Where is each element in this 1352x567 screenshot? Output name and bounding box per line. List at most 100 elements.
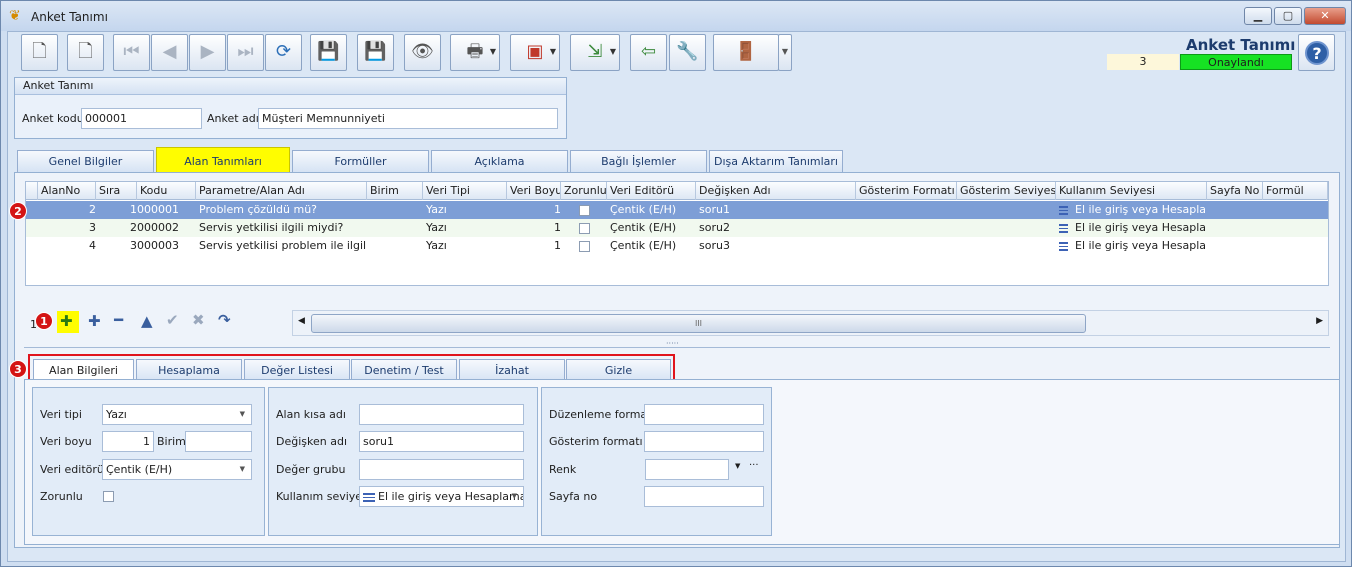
table-row[interactable]: 2 1 000001 Problem çözüldü mü? Yazı 1 Çe… bbox=[26, 201, 1328, 219]
tab-formuller[interactable]: Formüller bbox=[292, 150, 429, 172]
last-record-icon[interactable]: ⏭ bbox=[227, 34, 264, 71]
col-kullanim-seviyesi[interactable]: Kullanım Seviyesi bbox=[1056, 182, 1207, 200]
cell-degisken: soru1 bbox=[699, 203, 730, 216]
veri-editoru-select[interactable]: Çentik (E/H) ▼ bbox=[102, 459, 252, 480]
tab-bagli-islemler[interactable]: Bağlı İşlemler bbox=[570, 150, 707, 172]
cell-zorunlu[interactable] bbox=[576, 219, 596, 237]
maximize-button[interactable]: ▢ bbox=[1274, 7, 1302, 25]
format-group: Düzenleme formatı Gösterim formatı Renk … bbox=[541, 387, 772, 536]
col-gosterim-seviyesi[interactable]: Gösterim Seviyesi bbox=[957, 182, 1056, 200]
cell-kullanim: El ile giriş veya Hesaplama bbox=[1075, 221, 1207, 234]
scroll-left-icon[interactable]: ◀ bbox=[298, 316, 305, 326]
cell-boyu: 1 bbox=[554, 203, 561, 216]
grid-header: AlanNo Sıra Kodu Parametre/Alan Adı Biri… bbox=[26, 182, 1328, 200]
tab-aciklama[interactable]: Açıklama bbox=[431, 150, 568, 172]
redo-icon[interactable]: ↷ bbox=[218, 311, 231, 329]
save-close-icon[interactable]: 💾 bbox=[357, 34, 394, 71]
scroll-right-icon[interactable]: ▶ bbox=[1316, 316, 1323, 326]
exit-dropdown-button[interactable]: ▼ bbox=[778, 34, 792, 71]
kullanim-select[interactable]: El ile giriş veya Hesaplama ▼ bbox=[359, 486, 524, 507]
refresh-icon[interactable]: ⟳ bbox=[265, 34, 302, 71]
print-icon[interactable]: 🖶 ▼ bbox=[450, 34, 500, 71]
col-veri-boyu[interactable]: Veri Boyu bbox=[507, 182, 561, 200]
minimize-button[interactable]: ▁ bbox=[1244, 7, 1272, 25]
cancel-icon[interactable]: ✖ bbox=[192, 311, 205, 329]
fields-grid: AlanNo Sıra Kodu Parametre/Alan Adı Biri… bbox=[25, 181, 1329, 286]
scroll-thumb[interactable]: III bbox=[311, 314, 1086, 333]
settings-icon[interactable]: 🔧 bbox=[669, 34, 706, 71]
chevron-down-icon[interactable]: ▼ bbox=[735, 462, 740, 470]
col-kodu[interactable]: Kodu bbox=[137, 182, 196, 200]
cell-ad: Servis yetkilisi problem ile ilgili açık… bbox=[199, 239, 367, 252]
pdf-export-icon[interactable]: ▣ ▼ bbox=[510, 34, 560, 71]
add-icon[interactable]: ✚ bbox=[60, 312, 73, 330]
application-window: ❦ Anket Tanımı ▁ ▢ ✕ 🗋 🗋 ⏮ ◀ ▶ ⏭ ⟳ 💾 💾 👁… bbox=[0, 0, 1352, 567]
tab-genel-bilgiler[interactable]: Genel Bilgiler bbox=[17, 150, 154, 172]
veri-boyu-field[interactable]: 1 bbox=[102, 431, 154, 452]
birim-field[interactable] bbox=[185, 431, 252, 452]
zorunlu-checkbox[interactable] bbox=[579, 222, 590, 234]
col-zorunlu[interactable]: Zorunlu bbox=[561, 182, 607, 200]
col-parametre[interactable]: Parametre/Alan Adı bbox=[196, 182, 367, 200]
marker-2: 2 bbox=[9, 202, 27, 220]
degisken-field[interactable]: soru1 bbox=[359, 431, 524, 452]
previous-record-icon[interactable]: ◀ bbox=[151, 34, 188, 71]
zorunlu-checkbox[interactable] bbox=[579, 240, 590, 252]
survey-code-field[interactable]: 000001 bbox=[81, 108, 202, 129]
cell-degisken: soru2 bbox=[699, 221, 730, 234]
renk-field[interactable] bbox=[645, 459, 729, 480]
survey-name-field[interactable]: Müşteri Memnunniyeti bbox=[258, 108, 558, 129]
birim-label: Birim bbox=[157, 435, 186, 448]
cell-tip: Yazı bbox=[426, 239, 447, 252]
confirm-icon[interactable]: ✔ bbox=[166, 311, 179, 329]
tab-disa-aktarim[interactable]: Dışa Aktarım Tanımları bbox=[709, 150, 843, 172]
col-sira[interactable]: Sıra bbox=[96, 182, 137, 200]
col-degisken-adi[interactable]: Değişken Adı bbox=[696, 182, 856, 200]
cell-zorunlu[interactable] bbox=[576, 237, 596, 255]
add-child-icon[interactable]: ✚ bbox=[88, 312, 101, 330]
splitter-grip-icon[interactable]: ····· bbox=[666, 339, 679, 348]
table-row[interactable]: 3 2 000002 Servis yetkilisi ilgili miydi… bbox=[26, 219, 1328, 237]
butterfly-app-icon: ❦ bbox=[9, 8, 21, 24]
delete-document-icon[interactable]: 🗋 bbox=[67, 34, 104, 71]
horizontal-scrollbar[interactable]: ◀ III ▶ bbox=[292, 310, 1329, 336]
cell-kodu: 000002 bbox=[137, 221, 179, 234]
col-veri-tipi[interactable]: Veri Tipi bbox=[423, 182, 507, 200]
table-row[interactable]: 4 3 000003 Servis yetkilisi problem ile … bbox=[26, 237, 1328, 255]
duzenleme-field[interactable] bbox=[644, 404, 764, 425]
save-icon[interactable]: 💾 bbox=[310, 34, 347, 71]
ellipsis-icon[interactable]: ··· bbox=[749, 460, 759, 471]
cell-ad: Servis yetkilisi ilgili miydi? bbox=[199, 221, 344, 234]
marker-1: 1 bbox=[35, 312, 53, 330]
next-record-icon[interactable]: ▶ bbox=[189, 34, 226, 71]
col-sayfa-no[interactable]: Sayfa No bbox=[1207, 182, 1263, 200]
zorunlu-checkbox[interactable] bbox=[103, 491, 114, 502]
alan-kisa-field[interactable] bbox=[359, 404, 524, 425]
cell-ad: Problem çözüldü mü? bbox=[199, 203, 318, 216]
cell-zorunlu[interactable] bbox=[576, 201, 596, 219]
move-up-icon[interactable]: ▲ bbox=[141, 312, 153, 330]
col-gosterim-formati[interactable]: Gösterim Formatı bbox=[856, 182, 957, 200]
veri-tipi-select[interactable]: Yazı ▼ bbox=[102, 404, 252, 425]
zorunlu-checkbox[interactable] bbox=[579, 204, 590, 216]
sayfa-field[interactable] bbox=[644, 486, 764, 507]
exit-icon[interactable]: 🚪 bbox=[713, 34, 779, 71]
col-alanno[interactable]: AlanNo bbox=[38, 182, 96, 200]
survey-group-title: Anket Tanımı bbox=[15, 78, 566, 95]
remove-icon[interactable]: ━ bbox=[114, 311, 123, 329]
row-indicator-header bbox=[26, 182, 38, 200]
close-button[interactable]: ✕ bbox=[1304, 7, 1346, 25]
gosterim-field[interactable] bbox=[644, 431, 764, 452]
first-record-icon[interactable]: ⏮ bbox=[113, 34, 150, 71]
new-document-icon[interactable]: 🗋 bbox=[21, 34, 58, 71]
preview-icon[interactable]: 👁 bbox=[404, 34, 441, 71]
import-icon[interactable]: ⇦ bbox=[630, 34, 667, 71]
deger-grubu-field[interactable] bbox=[359, 459, 524, 480]
col-formul[interactable]: Formül bbox=[1263, 182, 1328, 200]
help-button[interactable]: ? bbox=[1298, 34, 1335, 71]
col-veri-editoru[interactable]: Veri Editörü bbox=[607, 182, 696, 200]
col-birim[interactable]: Birim bbox=[367, 182, 423, 200]
list-lines-icon bbox=[1059, 223, 1068, 233]
chevron-down-icon: ▼ bbox=[511, 492, 517, 500]
export-icon[interactable]: ⇲ ▼ bbox=[570, 34, 620, 71]
